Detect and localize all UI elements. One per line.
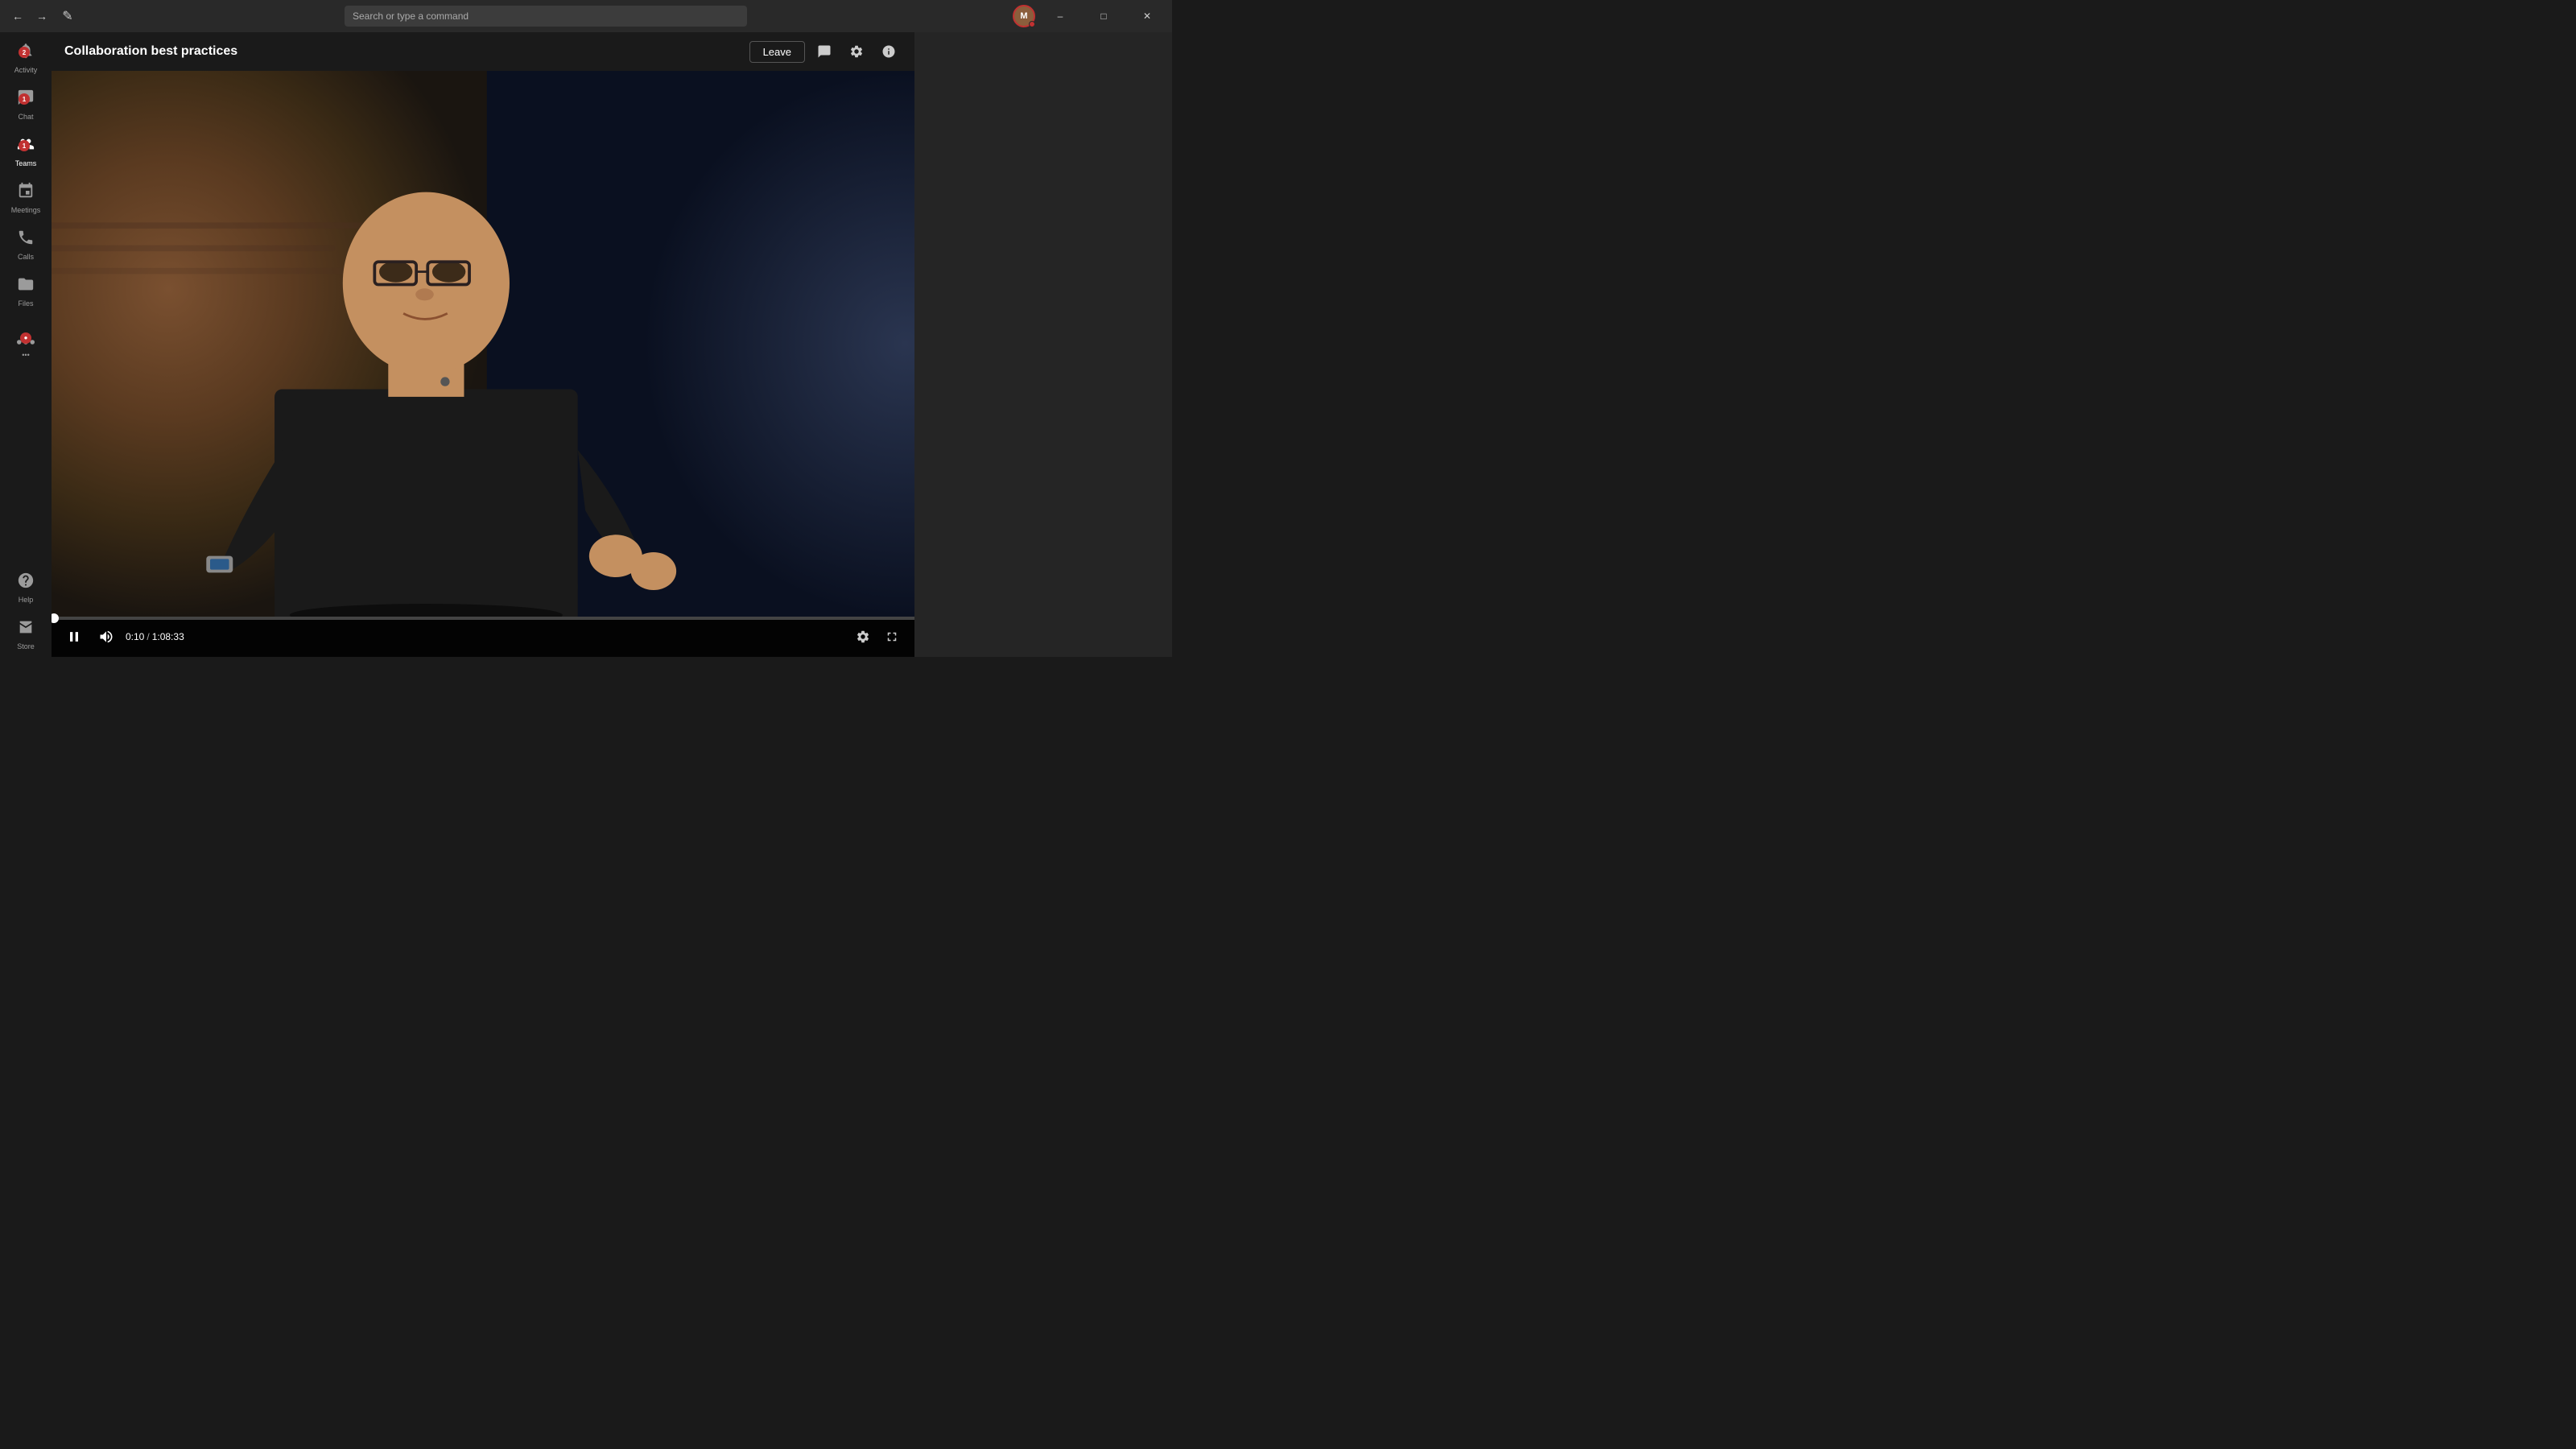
content-area: Collaboration best practices Leave [52,32,914,657]
more-badge: ● [20,332,31,344]
search-bar[interactable]: Search or type a command [345,6,747,27]
chat-label: Chat [18,114,33,121]
titlebar-left: ← → ✎ [6,5,79,27]
current-time: 0:10 [126,631,144,642]
info-button[interactable] [876,39,902,64]
sidebar-item-more[interactable]: ● ••• [3,322,48,367]
compose-button[interactable]: ✎ [56,5,79,27]
sidebar-item-activity[interactable]: 2 Activity [3,35,48,80]
sidebar-item-calls[interactable]: Calls [3,222,48,267]
chat-badge: 1 [19,93,30,105]
sidebar-item-teams[interactable]: 1 Teams [3,129,48,174]
calls-label: Calls [18,254,34,261]
video-title: Collaboration best practices [64,44,237,59]
more-icon: ● [17,331,35,349]
activity-label: Activity [14,67,38,74]
sidebar-item-files[interactable]: Files [3,269,48,314]
store-label: Store [17,643,35,650]
main-area: 2 Activity 1 Chat 1 Teams [0,32,1172,657]
store-icon [17,618,35,641]
avatar[interactable]: M [1013,5,1035,27]
progress-bar-container[interactable] [52,617,914,620]
avatar-status [1029,21,1035,27]
video-settings-button[interactable] [850,624,876,650]
video-frame [52,71,914,617]
volume-button[interactable] [93,624,119,650]
right-panel [914,32,1172,657]
video-controls: 0:10 / 1:08:33 [52,617,914,657]
help-label: Help [19,597,34,604]
video-header-actions: Leave [749,39,902,64]
settings-button[interactable] [844,39,869,64]
help-icon [17,572,35,594]
sidebar-item-help[interactable]: Help [3,565,48,610]
more-label: ••• [22,352,29,359]
time-separator: / [147,631,149,642]
search-placeholder: Search or type a command [353,10,469,22]
close-button[interactable]: ✕ [1129,3,1166,29]
activity-icon: 2 [17,42,35,64]
sidebar-item-meetings[interactable]: Meetings [3,175,48,221]
video-container[interactable] [52,71,914,617]
video-header: Collaboration best practices Leave [52,32,914,71]
files-label: Files [18,300,33,308]
progress-handle[interactable] [52,613,59,623]
back-button[interactable]: ← [6,5,29,27]
chat-icon: 1 [17,89,35,111]
leave-button[interactable]: Leave [749,41,805,63]
meetings-label: Meetings [11,207,41,214]
nav-buttons: ← → [6,5,53,27]
teams-icon: 1 [17,135,35,158]
time-display: 0:10 / 1:08:33 [126,631,184,642]
minimize-button[interactable]: – [1042,3,1079,29]
calls-icon [17,229,35,251]
files-icon [17,275,35,298]
fullscreen-button[interactable] [879,624,905,650]
activity-badge: 2 [19,47,30,58]
sidebar: 2 Activity 1 Chat 1 Teams [0,32,52,657]
teams-badge: 1 [19,140,30,151]
titlebar: ← → ✎ Search or type a command M – □ ✕ [0,0,1172,32]
chat-panel-button[interactable] [811,39,837,64]
video-background [52,71,914,617]
pause-button[interactable] [61,624,87,650]
sidebar-item-chat[interactable]: 1 Chat [3,82,48,127]
forward-button[interactable]: → [31,5,53,27]
controls-right [850,624,905,650]
progress-bar-fill [52,617,54,620]
total-time: 1:08:33 [152,631,184,642]
sidebar-item-store[interactable]: Store [3,612,48,657]
meetings-icon [17,182,35,204]
teams-label: Teams [15,160,37,167]
maximize-button[interactable]: □ [1085,3,1122,29]
titlebar-right: M – □ ✕ [1013,3,1166,29]
